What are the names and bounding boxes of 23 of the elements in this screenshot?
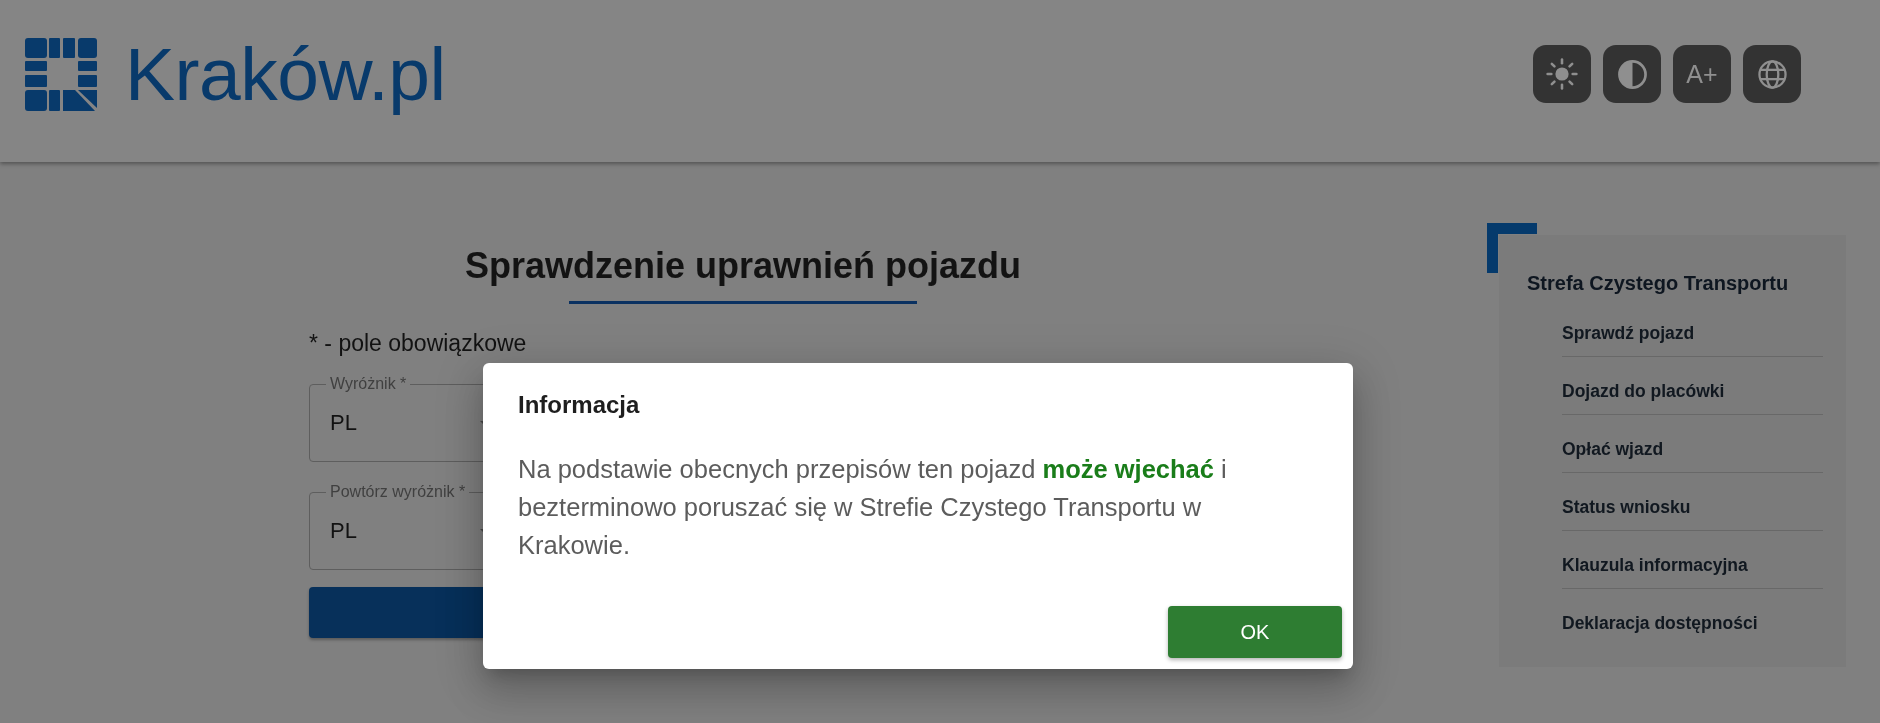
sidebar-link[interactable]: Sprawdź pojazd (1562, 322, 1695, 344)
sidebar-link[interactable]: Status wniosku (1562, 496, 1691, 518)
brightness-button[interactable] (1533, 45, 1591, 103)
font-size-button[interactable]: A+ (1673, 45, 1731, 103)
corner-accent (1487, 223, 1537, 273)
dialog-title: Informacja (518, 390, 640, 420)
sidebar-title: Strefa Czystego Transportu (1527, 271, 1790, 295)
half-filled-circle-icon (1617, 59, 1647, 89)
logo-icon (25, 37, 97, 111)
sun-icon (1546, 58, 1578, 90)
globe-icon (1757, 59, 1787, 89)
page-title: Sprawdzenie uprawnień pojazdu (463, 244, 1023, 288)
sidebar-link[interactable]: Dojazd do placówki (1562, 380, 1725, 402)
sidebar-link[interactable]: Opłać wjazd (1562, 438, 1664, 460)
language-button[interactable] (1743, 45, 1801, 103)
required-note: * - pole obowiązkowe (309, 329, 527, 357)
dialog-message: Na podstawie obecnych przepisów ten pojazd może wjechać i bezterminowo poruszać się w Strefie Czystego Transportu w Krakowie. (518, 454, 1228, 561)
contrast-button[interactable] (1603, 45, 1661, 103)
field-label: Powtórz wyróżnik * (329, 482, 467, 502)
sidebar-link[interactable]: Deklaracja dostępności (1562, 612, 1758, 634)
field-label: Wyróżnik * (329, 374, 408, 394)
sidebar-link[interactable]: Klauzula informacyjna (1562, 554, 1748, 576)
ok-button[interactable]: OK (1168, 606, 1342, 658)
